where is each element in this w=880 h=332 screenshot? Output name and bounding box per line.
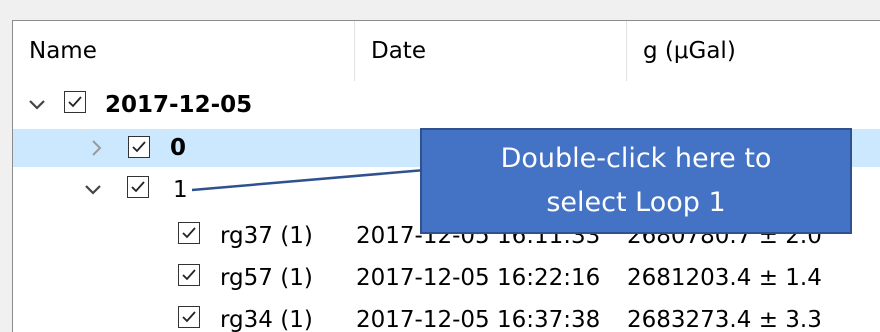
- instruction-callout: Double-click here to select Loop 1: [420, 128, 852, 234]
- callout-line-2: select Loop 1: [546, 187, 726, 218]
- callout-line-1: Double-click here to: [500, 143, 772, 174]
